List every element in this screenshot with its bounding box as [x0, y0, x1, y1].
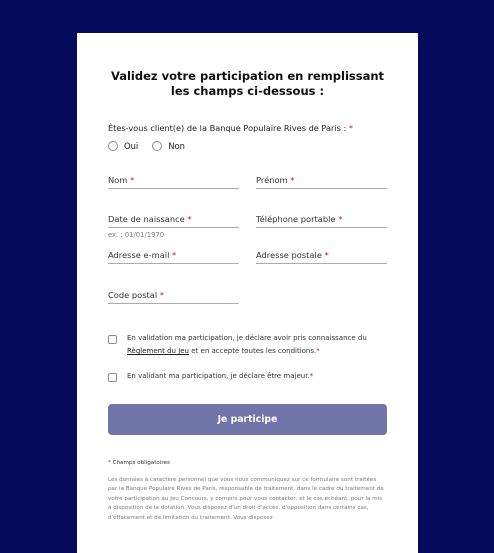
consent-majeur: En validant ma participation, je déclare…	[108, 370, 387, 383]
reglement-link[interactable]: Règlement du Jeu	[127, 347, 189, 355]
radio-oui[interactable]: Oui	[108, 141, 138, 151]
required-note-text: Champs obligatoires	[112, 460, 170, 466]
fields-row-1: Nom * Prénom *	[108, 175, 387, 189]
required-mark: *	[130, 175, 135, 185]
checkbox-majeur[interactable]	[108, 373, 117, 382]
required-mark: *	[324, 250, 329, 260]
radio-circle-icon[interactable]	[108, 141, 118, 151]
submit-button[interactable]: Je participe	[108, 404, 387, 435]
naissance-hint: ex. : 01/01/1970	[108, 231, 165, 239]
telephone-field[interactable]: Téléphone portable *	[256, 214, 387, 239]
client-radio-group: Oui Non	[108, 141, 387, 151]
required-mark: *	[338, 214, 343, 224]
consent-reglement: En validation ma participation, je décla…	[108, 332, 387, 358]
required-mark: *	[159, 290, 164, 300]
consent-reglement-text-a: En validation ma participation, je décla…	[127, 334, 367, 342]
telephone-label: Téléphone portable	[256, 214, 336, 224]
prenom-label: Prénom	[256, 175, 288, 185]
radio-oui-label: Oui	[124, 141, 139, 151]
email-field[interactable]: Adresse e-mail *	[108, 250, 239, 264]
required-mark: *	[316, 347, 320, 355]
form-card: Validez votre participation en remplissa…	[77, 33, 418, 553]
form-title: Validez votre participation en remplissa…	[110, 69, 385, 98]
adresse-field[interactable]: Adresse postale *	[256, 250, 387, 264]
required-mark: *	[348, 123, 353, 133]
required-mark: *	[108, 460, 111, 466]
fields-row-4: Code postal *	[108, 290, 387, 304]
email-label: Adresse e-mail	[108, 250, 170, 260]
nom-field[interactable]: Nom *	[108, 175, 239, 189]
required-mark: *	[172, 250, 177, 260]
required-note: * Champs obligatoires	[108, 460, 387, 466]
consent-reglement-text-b: et en accepte toutes les conditions.	[191, 347, 317, 355]
naissance-label: Date de naissance	[108, 214, 185, 224]
client-question-text: Êtes-vous client(e) de la Banque Populai…	[108, 123, 347, 133]
checkbox-reglement[interactable]	[108, 335, 117, 344]
consent-majeur-label: En validant ma participation, je déclare…	[127, 372, 310, 380]
consent-reglement-text: En validation ma participation, je décla…	[127, 332, 387, 358]
nom-label: Nom	[108, 175, 128, 185]
required-mark: *	[187, 214, 192, 224]
radio-non-label: Non	[168, 141, 185, 151]
consent-group: En validation ma participation, je décla…	[108, 332, 387, 383]
radio-circle-icon[interactable]	[152, 141, 163, 151]
fields-row-2: Date de naissance * ex. : 01/01/1970 Tél…	[108, 214, 387, 239]
code-postal-field[interactable]: Code postal *	[108, 290, 239, 304]
consent-majeur-text: En validant ma participation, je déclare…	[127, 370, 313, 383]
fields-row-3: Adresse e-mail * Adresse postale *	[108, 250, 387, 264]
code-postal-label: Code postal	[108, 290, 158, 300]
legal-text: Les données à caractère personnel que vo…	[108, 477, 384, 521]
required-mark: *	[309, 372, 314, 380]
naissance-field[interactable]: Date de naissance * ex. : 01/01/1970	[108, 214, 239, 239]
client-question: Êtes-vous client(e) de la Banque Populai…	[108, 123, 387, 133]
required-mark: *	[290, 175, 295, 185]
prenom-field[interactable]: Prénom *	[256, 175, 387, 189]
adresse-label: Adresse postale	[256, 250, 322, 260]
radio-non[interactable]: Non	[152, 141, 185, 151]
